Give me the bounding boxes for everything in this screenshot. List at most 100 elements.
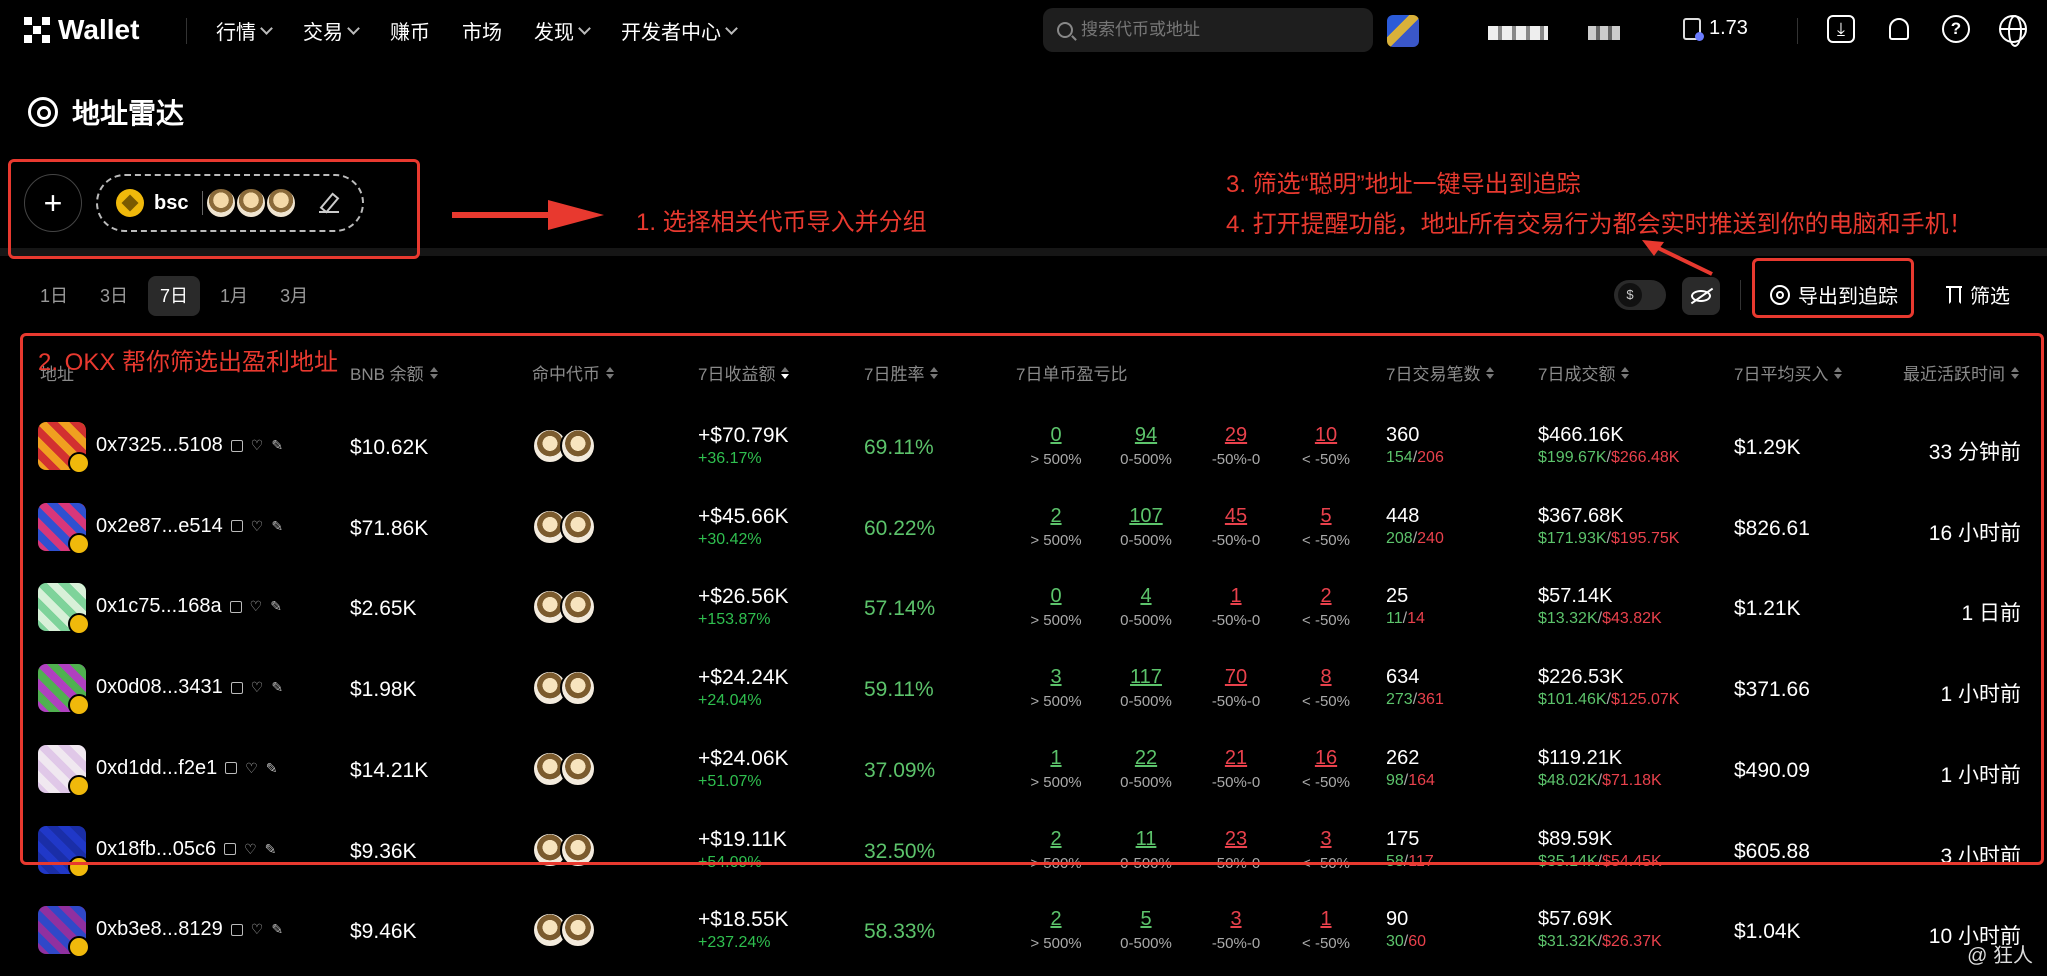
annotation-step-1: 1. 选择相关代币导入并分组 bbox=[636, 209, 927, 236]
nav-item-label: 赚币 bbox=[390, 22, 430, 44]
pnl-distribution-bucket[interactable]: 1 < -50% bbox=[1286, 908, 1366, 952]
toolbar-divider bbox=[1797, 18, 1798, 44]
nav-item-label: 发现 bbox=[534, 22, 574, 44]
edit-icon[interactable]: ✎ bbox=[271, 921, 283, 938]
bucket-label: -50%-0 bbox=[1211, 935, 1261, 953]
annotation-box-export bbox=[1752, 258, 1914, 318]
tab-time-range[interactable]: 1日 bbox=[28, 276, 80, 316]
account-address-redacted[interactable] bbox=[1588, 26, 1620, 40]
nav-divider bbox=[186, 18, 187, 44]
filter-button[interactable]: 筛选 bbox=[1946, 280, 2010, 309]
tab-time-range[interactable]: 7日 bbox=[148, 276, 201, 316]
wallet-address[interactable]: 0xb3e8...8129 ♡ ✎ bbox=[96, 918, 283, 941]
annotation-step-4: 4. 打开提醒功能，地址所有交易行为都会实时推送到你的电脑和手机！ bbox=[1226, 211, 1973, 238]
nav-item-label: 交易 bbox=[303, 22, 343, 44]
hide-balance-button[interactable] bbox=[1682, 277, 1720, 315]
trade-total: 90 bbox=[1386, 908, 1409, 931]
nav-item[interactable]: 交易 bbox=[303, 16, 360, 45]
annotation-box-group bbox=[8, 159, 420, 259]
trade-count: 90 30/60 bbox=[1386, 908, 1426, 951]
bucket-count: 1 bbox=[1320, 908, 1332, 931]
pnl-distribution-bucket[interactable]: 3 -50%-0 bbox=[1196, 908, 1276, 952]
pnl-percent: +237.24% bbox=[698, 934, 771, 952]
annotation-arrow-right bbox=[452, 200, 604, 230]
address-text: 0xb3e8...8129 bbox=[96, 918, 223, 941]
search-icon bbox=[1057, 22, 1073, 38]
nav-item[interactable]: 发现 bbox=[534, 16, 591, 45]
table-row[interactable]: 0xb3e8...8129 ♡ ✎ $9.46K +$18.55K +237.24% 58.… bbox=[0, 906, 2047, 976]
avg-buy: $1.04K bbox=[1734, 920, 1801, 944]
currency-toggle[interactable]: $ bbox=[1614, 280, 1666, 310]
chevron-down-icon bbox=[260, 22, 273, 35]
bucket-count: 5 bbox=[1140, 908, 1152, 931]
nav-item-label: 行情 bbox=[216, 22, 256, 44]
brand-name: Wallet bbox=[58, 14, 140, 45]
eye-off-icon bbox=[1691, 290, 1711, 302]
volume-total: $57.69K bbox=[1538, 908, 1613, 931]
annotation-box-table bbox=[20, 333, 2044, 865]
search-box[interactable] bbox=[1043, 8, 1373, 52]
help-button[interactable]: ? bbox=[1941, 14, 1971, 44]
account-name-redacted[interactable] bbox=[1488, 26, 1548, 40]
gas-pump-icon bbox=[1683, 17, 1704, 41]
hit-tokens[interactable] bbox=[532, 912, 596, 949]
bnb-balance: $9.46K bbox=[350, 920, 417, 944]
token-icon bbox=[560, 912, 596, 949]
filter-label: 筛选 bbox=[1970, 286, 2010, 308]
nav-item-label: 开发者中心 bbox=[621, 22, 721, 44]
nav-item[interactable]: 开发者中心 bbox=[621, 16, 738, 45]
buy-volume: $31.32K bbox=[1538, 933, 1598, 951]
bucket-count: 2 bbox=[1050, 908, 1062, 931]
pnl-distribution-bucket[interactable]: 2 > 500% bbox=[1016, 908, 1096, 952]
copy-icon[interactable] bbox=[230, 923, 243, 936]
win-rate: 58.33% bbox=[864, 920, 936, 944]
gas-indicator[interactable]: 1.73 bbox=[1683, 17, 1748, 41]
pnl-distribution-bucket[interactable]: 5 0-500% bbox=[1106, 908, 1186, 952]
nav-item[interactable]: 市场 bbox=[462, 16, 502, 45]
bnb-chain-icon bbox=[68, 936, 90, 959]
globe-icon bbox=[1999, 15, 2027, 47]
help-icon: ? bbox=[1942, 15, 1970, 43]
tab-time-range[interactable]: 1月 bbox=[208, 276, 260, 316]
okx-logo-icon bbox=[24, 17, 50, 43]
language-button[interactable] bbox=[1998, 14, 2028, 47]
annotation-arrow-up bbox=[1642, 240, 1713, 276]
notifications-button[interactable] bbox=[1884, 14, 1914, 44]
chevron-down-icon bbox=[347, 22, 360, 35]
page-title-text: 地址雷达 bbox=[72, 98, 185, 129]
okx-wallet-logo[interactable]: Wallet bbox=[24, 14, 139, 46]
sell-volume: $26.37K bbox=[1602, 933, 1662, 951]
pnl-7d: +$18.55K +237.24% bbox=[698, 908, 789, 952]
download-button[interactable]: ⤓ bbox=[1826, 14, 1856, 44]
tab-time-range[interactable]: 3日 bbox=[88, 276, 140, 316]
nav-item-label: 市场 bbox=[462, 22, 502, 44]
bucket-count: 3 bbox=[1230, 908, 1242, 931]
volume-split: $31.32K/$26.37K bbox=[1538, 933, 1662, 951]
toolbar-divider bbox=[1740, 280, 1741, 310]
top-navigation: Wallet 行情 交易 赚币 市场 发现 开发者中心 1.73 ⤓ ? bbox=[0, 0, 2047, 62]
account-avatar[interactable] bbox=[1387, 15, 1419, 47]
search-input[interactable] bbox=[1081, 20, 1361, 40]
volume: $57.69K $31.32K/$26.37K bbox=[1538, 908, 1662, 951]
tab-time-range[interactable]: 3月 bbox=[268, 276, 320, 316]
nav-item[interactable]: 行情 bbox=[216, 16, 273, 45]
trade-split: 30/60 bbox=[1386, 933, 1426, 951]
heart-icon[interactable]: ♡ bbox=[251, 921, 264, 938]
bucket-label: < -50% bbox=[1302, 935, 1350, 953]
download-icon: ⤓ bbox=[1827, 15, 1855, 43]
dollar-icon: $ bbox=[1618, 283, 1642, 307]
buy-count: 30 bbox=[1386, 933, 1404, 951]
filter-icon bbox=[1946, 285, 1964, 304]
bucket-label: 0-500% bbox=[1120, 935, 1172, 953]
bell-icon bbox=[1889, 18, 1909, 40]
watermark: @ 狂人 bbox=[1967, 945, 2033, 967]
annotation-step-3: 3. 筛选“聪明”地址一键导出到追踪 bbox=[1226, 171, 1581, 198]
bucket-label: > 500% bbox=[1030, 935, 1082, 953]
time-range-tabs: 1日 3日 7日 1月 3月 bbox=[28, 276, 320, 316]
page-title: 地址雷达 bbox=[28, 92, 184, 132]
main-nav: 行情 交易 赚币 市场 发现 开发者中心 bbox=[216, 16, 738, 45]
nav-item[interactable]: 赚币 bbox=[390, 16, 430, 45]
sell-count: 60 bbox=[1408, 933, 1427, 951]
annotation-step-2: 2. OKX 帮你筛选出盈利地址 bbox=[38, 349, 339, 376]
chevron-down-icon bbox=[578, 22, 591, 35]
